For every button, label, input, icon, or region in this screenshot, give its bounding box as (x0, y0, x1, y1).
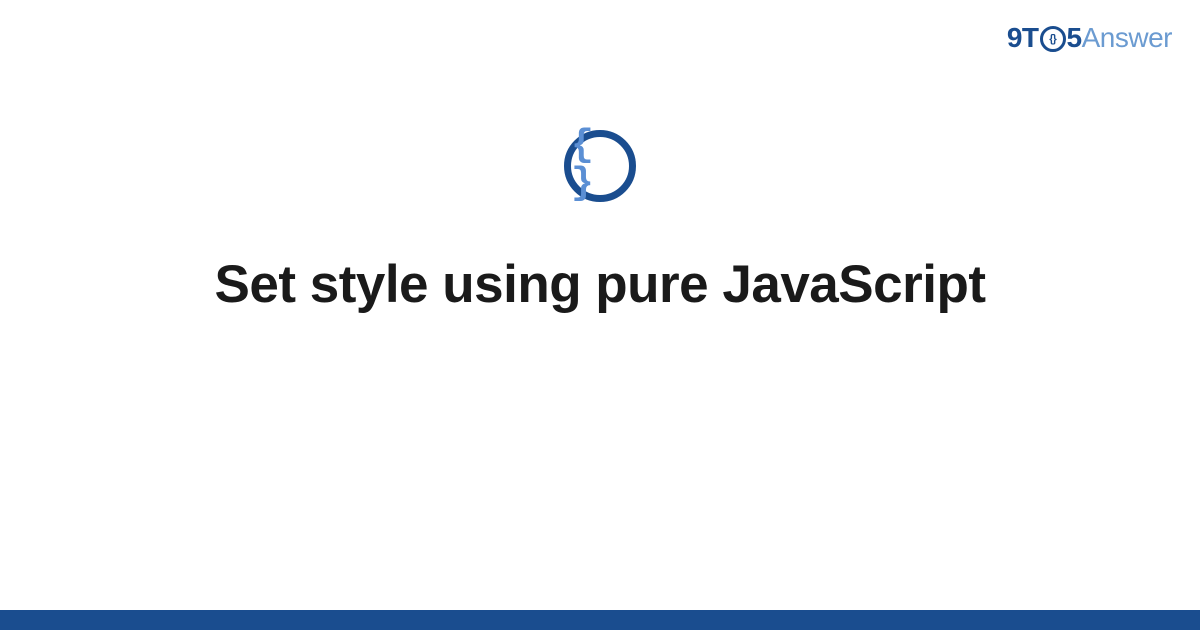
logo-text-answer: Answer (1082, 22, 1172, 54)
code-braces-icon: { } (564, 130, 636, 202)
page-title: Set style using pure JavaScript (215, 254, 986, 315)
logo-text-5: 5 (1067, 22, 1082, 54)
logo-circle-icon: {} (1040, 26, 1066, 52)
braces-symbol: { } (571, 127, 629, 203)
footer-bar (0, 610, 1200, 630)
logo-circle-inner: {} (1049, 33, 1056, 45)
main-content: { } Set style using pure JavaScript (0, 130, 1200, 315)
logo-text-9t: 9T (1007, 22, 1039, 54)
site-logo: 9T {} 5 Answer (1007, 22, 1172, 54)
